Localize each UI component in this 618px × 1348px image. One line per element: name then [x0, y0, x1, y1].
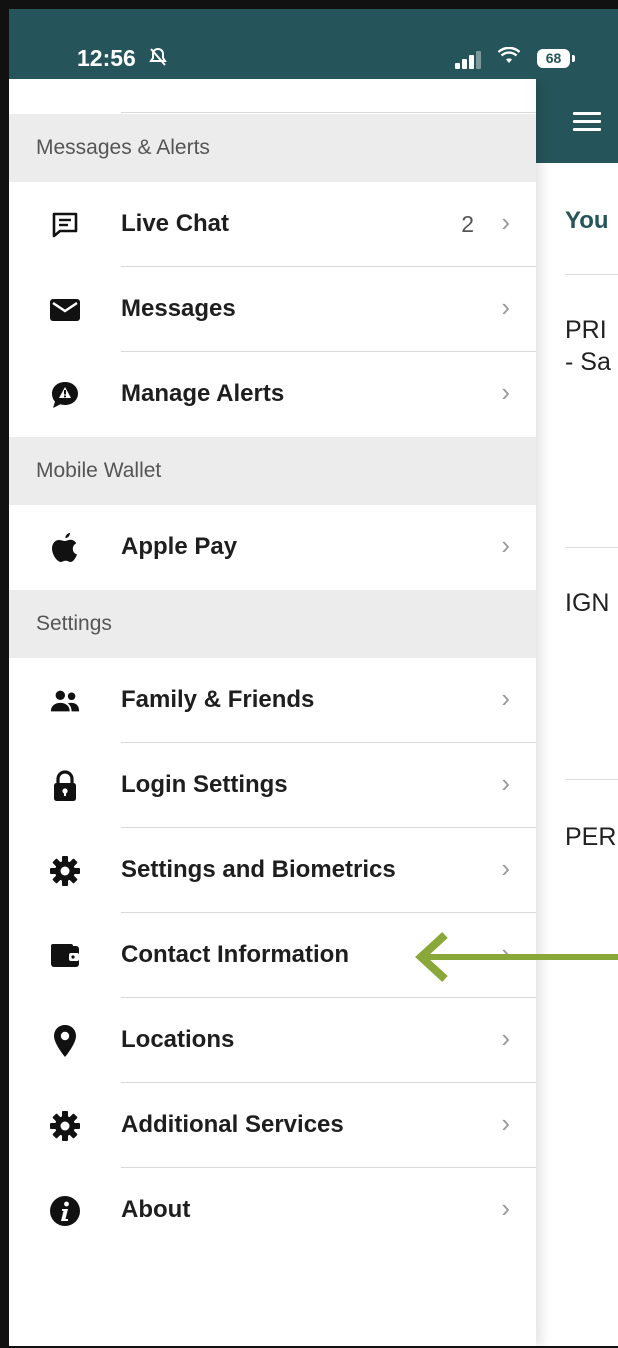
divider — [565, 779, 618, 780]
chevron-right-icon: › — [501, 1193, 510, 1223]
menu-item-manage-alerts[interactable]: Manage Alerts › — [9, 352, 536, 437]
apple-icon — [49, 532, 81, 564]
signal-icon — [455, 49, 483, 69]
chevron-right-icon: › — [501, 683, 510, 713]
menu-item-label: Family & Friends — [121, 686, 315, 713]
battery-tip — [572, 55, 575, 62]
main-screen: You PRI - Sa IGN PER — [536, 9, 618, 1346]
menu-item-settings-biometrics[interactable]: Settings and Biometrics › — [9, 828, 536, 913]
menu-item-label: Locations — [121, 1026, 235, 1053]
chevron-right-icon: › — [501, 1023, 510, 1053]
alert-icon — [49, 379, 81, 411]
section-title: Messages & Alerts — [36, 136, 210, 159]
greeting-label: You — [565, 207, 609, 234]
chevron-right-icon: › — [501, 1108, 510, 1138]
lock-icon — [49, 770, 81, 802]
location-pin-icon — [49, 1025, 81, 1057]
section-header-mobile-wallet: Mobile Wallet — [9, 437, 536, 505]
menu-item-label: Contact Information — [121, 941, 349, 968]
menu-item-locations[interactable]: Locations › — [9, 998, 536, 1083]
divider — [121, 112, 536, 113]
menu-item-label: Live Chat — [121, 210, 230, 237]
section-header-settings: Settings — [9, 590, 536, 658]
chevron-right-icon: › — [501, 292, 510, 322]
account-item[interactable]: PER — [565, 821, 616, 853]
envelope-icon — [49, 294, 81, 326]
menu-item-label: About — [121, 1196, 191, 1223]
status-time: 12:56 — [77, 45, 136, 71]
chevron-right-icon: › — [501, 530, 510, 560]
bell-muted-icon — [149, 47, 167, 72]
annotation-arrow-icon — [415, 932, 618, 982]
menu-item-login-settings[interactable]: Login Settings › — [9, 743, 536, 828]
battery-indicator: 68 — [537, 49, 570, 68]
menu-item-label: Messages — [121, 295, 236, 322]
gear-icon — [49, 1110, 81, 1142]
info-icon — [49, 1195, 81, 1227]
account-item[interactable]: PRI - Sa — [565, 314, 611, 378]
menu-item-about[interactable]: About › — [9, 1168, 536, 1253]
chevron-right-icon: › — [501, 207, 510, 237]
gear-icon — [49, 855, 81, 887]
menu-item-additional-services[interactable]: Additional Services › — [9, 1083, 536, 1168]
side-drawer: Messages & Alerts Live Chat 2 › Messages… — [9, 79, 536, 1346]
status-bar: 12:56 68 — [9, 9, 618, 79]
menu-item-family-friends[interactable]: Family & Friends › — [9, 658, 536, 743]
people-icon — [49, 685, 81, 717]
chevron-right-icon: › — [501, 377, 510, 407]
menu-item-label: Apple Pay — [121, 533, 238, 560]
wallet-icon — [49, 940, 81, 972]
menu-item-label: Manage Alerts — [121, 380, 285, 407]
account-item[interactable]: IGN — [565, 587, 609, 619]
chevron-right-icon: › — [501, 768, 510, 798]
menu-item-messages[interactable]: Messages › — [9, 267, 536, 352]
section-header-messages-alerts: Messages & Alerts — [9, 114, 536, 182]
menu-icon[interactable] — [573, 112, 601, 132]
menu-item-label: Login Settings — [121, 771, 288, 798]
chevron-right-icon: › — [501, 853, 510, 883]
menu-item-label: Additional Services — [121, 1111, 344, 1138]
unread-count-badge: 2 — [461, 211, 474, 237]
menu-item-apple-pay[interactable]: Apple Pay › — [9, 505, 536, 590]
wifi-icon — [497, 46, 521, 70]
section-title: Mobile Wallet — [36, 459, 162, 482]
section-title: Settings — [36, 612, 112, 635]
chat-icon — [49, 209, 81, 241]
menu-item-label: Settings and Biometrics — [121, 856, 396, 883]
divider — [565, 547, 618, 548]
divider — [565, 274, 618, 275]
menu-item-live-chat[interactable]: Live Chat 2 › — [9, 182, 536, 267]
phone-screen: You PRI - Sa IGN PER 12:56 68 Messages &… — [0, 0, 618, 1348]
